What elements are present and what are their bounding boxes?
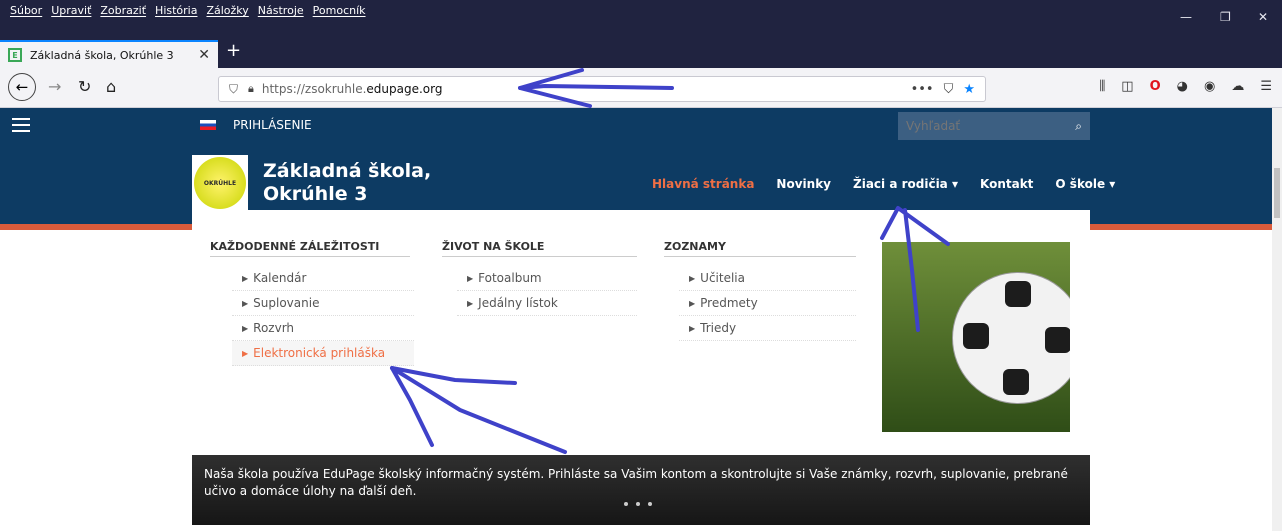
dropdown-heading-school-life: ŽIVOT NA ŠKOLE [442,240,545,253]
more-icon[interactable]: ••• [911,82,934,97]
menu-help[interactable]: Pomocník [313,4,366,17]
dropdown-heading-daily: KAŽDODENNÉ ZÁLEŽITOSTI [210,240,380,253]
dropdown-item-classes[interactable]: ▶ Triedy [679,316,856,341]
menu-edit[interactable]: Upraviť [51,4,91,17]
caret-right-icon: ▶ [242,298,249,308]
page-scrollbar[interactable] [1272,108,1282,531]
nav-home[interactable]: Hlavná stránka [652,177,754,191]
nav-about[interactable]: O škole ▾ [1055,177,1115,191]
banner-text: Naša škola používa EduPage školský infor… [204,467,1068,498]
dropdown-heading-lists: ZOZNAMY [664,240,726,253]
dropdown-item-subjects[interactable]: ▶ Predmety [679,291,856,316]
caret-right-icon: ▶ [689,323,696,333]
extension-icon[interactable]: ◕ [1177,79,1188,94]
divider [210,256,410,257]
lock-icon[interactable]: 🔒︎ [248,82,254,96]
caret-right-icon: ▶ [689,273,696,283]
reload-icon[interactable]: ↻ [78,77,91,96]
new-tab-icon[interactable]: + [226,40,241,61]
school-logo[interactable]: OKRÚHLE [192,155,248,211]
menu-icon[interactable]: ☰ [1260,79,1272,94]
sidebar-icon[interactable]: ◫ [1121,79,1133,94]
tab-title: Základná škola, Okrúhle 3 [30,48,174,62]
login-link[interactable]: PRIHLÁSENIE [233,118,312,132]
search-icon[interactable]: ⌕ [1075,119,1082,134]
sync-icon[interactable]: ☁ [1231,79,1244,94]
students-parents-dropdown: KAŽDODENNÉ ZÁLEŽITOSTI ŽIVOT NA ŠKOLE ZO… [192,210,1090,455]
menu-history[interactable]: História [155,4,197,17]
dropdown-item-timetable[interactable]: ▶ Rozvrh [232,316,414,341]
browser-menubar: Súbor Upraviť Zobraziť História Záložky … [0,0,1282,36]
site-search[interactable]: ⌕ [898,112,1090,140]
caret-right-icon: ▶ [242,323,249,333]
forward-icon[interactable]: → [48,77,61,96]
dropdown-item-calendar[interactable]: ▶ Kalendár [232,266,414,291]
soccer-ball-image [882,242,1070,432]
url-bar[interactable]: ⛉ 🔒︎ https://zsokruhle.edupage.org ••• ⛉… [218,76,986,102]
shield-icon[interactable]: ⛉ [229,82,238,97]
caret-right-icon: ▶ [242,273,249,283]
minimize-icon[interactable]: — [1180,10,1192,24]
nav-news[interactable]: Novinky [776,177,831,191]
school-logo-emblem: OKRÚHLE [194,157,246,209]
menu-bookmarks[interactable]: Záložky [206,4,248,17]
caret-right-icon: ▶ [467,273,474,283]
caret-right-icon: ▶ [689,298,696,308]
close-window-icon[interactable]: ✕ [1258,10,1268,24]
pocket-icon[interactable]: ⛉ [944,82,954,97]
menu-view[interactable]: Zobraziť [100,4,146,17]
slovak-flag-icon[interactable] [200,120,216,130]
dropdown-item-substitution[interactable]: ▶ Suplovanie [232,291,414,316]
back-icon[interactable]: ← [8,73,36,101]
edupage-favicon-icon: E [8,48,22,62]
divider [442,256,637,257]
nav-students-parents[interactable]: Žiaci a rodičia ▾ [853,177,958,191]
tab-active[interactable]: E Základná škola, Okrúhle 3 ✕ [0,40,218,68]
nav-contact[interactable]: Kontakt [980,177,1033,191]
caret-right-icon: ▶ [467,298,474,308]
library-icon[interactable]: ⫼ [1099,79,1105,94]
dropdown-item-e-application[interactable]: ▶ Elektronická prihláška [232,341,414,366]
hamburger-menu-icon[interactable] [12,118,30,132]
bookmark-star-icon[interactable]: ★ [963,82,975,97]
search-input[interactable] [906,119,1056,133]
dropdown-item-menu[interactable]: ▶ Jedálny lístok [457,291,637,316]
close-tab-icon[interactable]: ✕ [198,47,210,63]
menu-file[interactable]: Súbor [10,4,42,17]
caret-right-icon: ▶ [242,348,249,358]
home-icon[interactable]: ⌂ [106,77,116,96]
opera-icon[interactable]: O [1150,79,1161,94]
divider [664,256,856,257]
menu-list: Súbor Upraviť Zobraziť História Záložky … [10,4,366,17]
url-text[interactable]: https://zsokruhle.edupage.org [262,82,443,96]
navigation-toolbar: ← → ↻ ⌂ ⛉ 🔒︎ https://zsokruhle.edupage.o… [0,68,1282,108]
restore-icon[interactable]: ❐ [1220,10,1231,24]
main-nav: Hlavná stránka Novinky Žiaci a rodičia ▾… [652,177,1115,191]
dropdown-item-teachers[interactable]: ▶ Učitelia [679,266,856,291]
tab-strip: E Základná škola, Okrúhle 3 ✕ [0,36,1282,68]
account-icon[interactable]: ◉ [1204,79,1215,94]
school-name[interactable]: Základná škola, Okrúhle 3 [263,160,463,206]
menu-tools[interactable]: Nástroje [258,4,304,17]
dropdown-item-photo-album[interactable]: ▶ Fotoalbum [457,266,637,291]
carousel-dots[interactable] [624,502,652,506]
